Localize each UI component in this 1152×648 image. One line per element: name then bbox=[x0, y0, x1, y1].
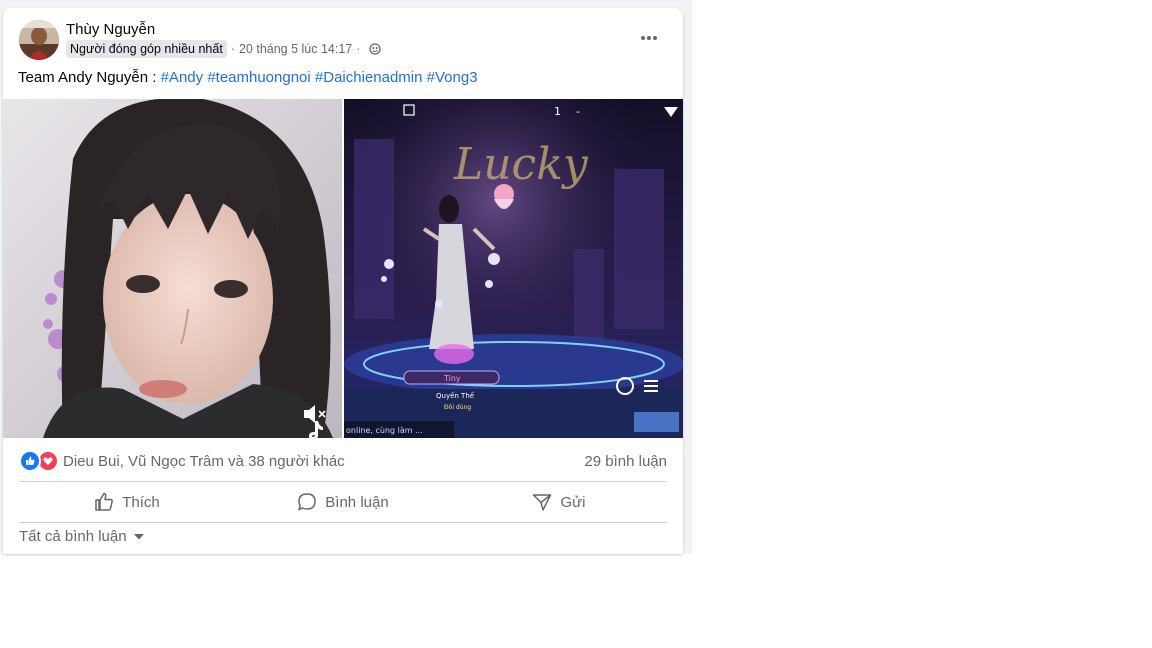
svg-text:online, cùng làm ...: online, cùng làm ... bbox=[346, 426, 423, 435]
more-dots-icon bbox=[641, 36, 657, 40]
post-timestamp[interactable]: 20 tháng 5 lúc 14:17 bbox=[239, 42, 352, 56]
post-meta: Người đóng góp nhiều nhất · 20 tháng 5 l… bbox=[66, 40, 382, 58]
comment-label: Bình luận bbox=[325, 493, 389, 511]
audience-icon[interactable] bbox=[369, 43, 382, 55]
author-avatar[interactable] bbox=[19, 20, 59, 60]
hashtag-daichienadmin[interactable]: #Daichienadmin bbox=[315, 69, 423, 86]
like-button[interactable]: Thích bbox=[19, 482, 235, 522]
svg-text:Quyến Thế: Quyến Thế bbox=[436, 392, 475, 400]
svg-text:Đôi dùng: Đôi dùng bbox=[444, 404, 471, 411]
comments-filter-dropdown[interactable]: Tất cả bình luận bbox=[19, 528, 145, 545]
reactions-summary: Dieu Bui, Vũ Ngọc Trâm và 38 người khác … bbox=[19, 450, 667, 472]
meta-separator: · bbox=[230, 42, 235, 56]
comment-button[interactable]: Bình luận bbox=[235, 482, 451, 522]
game-screenshot[interactable]: Lucky 1 - Tiny Quyến Thế Đôi dùng online… bbox=[344, 99, 683, 438]
reactors-text[interactable]: Dieu Bui, Vũ Ngọc Trâm và 38 người khác bbox=[63, 453, 345, 470]
like-icon bbox=[95, 492, 114, 511]
hashtag-andy[interactable]: #Andy bbox=[161, 69, 204, 86]
post-text-prefix: Team Andy Nguyễn : bbox=[18, 69, 161, 86]
comments-filter-label: Tất cả bình luận bbox=[19, 528, 127, 545]
like-label: Thích bbox=[122, 493, 160, 511]
divider-bottom bbox=[19, 522, 667, 523]
author-name[interactable]: Thùy Nguyễn bbox=[66, 21, 155, 38]
hashtag-teamhuongnoi[interactable]: #teamhuongnoi bbox=[207, 69, 310, 86]
post-card: Thùy Nguyễn Người đóng góp nhiều nhất · … bbox=[3, 8, 683, 554]
reaction-icons[interactable]: Dieu Bui, Vũ Ngọc Trâm và 38 người khác bbox=[19, 450, 345, 472]
share-button[interactable]: Gửi bbox=[451, 482, 667, 522]
portrait-photo[interactable] bbox=[3, 99, 342, 438]
share-label: Gửi bbox=[560, 493, 586, 511]
caret-down-icon bbox=[133, 533, 144, 539]
svg-text:Tiny: Tiny bbox=[443, 374, 461, 383]
svg-text:1: 1 bbox=[554, 105, 561, 118]
top-contributor-badge[interactable]: Người đóng góp nhiều nhất bbox=[66, 40, 227, 58]
like-reaction-icon bbox=[19, 450, 41, 472]
post-text: Team Andy Nguyễn : #Andy #teamhuongnoi #… bbox=[18, 69, 478, 86]
svg-text:Lucky: Lucky bbox=[453, 139, 589, 190]
comments-count[interactable]: 29 bình luận bbox=[584, 453, 667, 470]
meta-separator-2: · bbox=[356, 42, 361, 56]
post-actions: Thích Bình luận Gửi bbox=[19, 482, 667, 522]
more-options-button[interactable] bbox=[635, 26, 663, 50]
svg-text:-: - bbox=[576, 105, 580, 118]
comment-icon bbox=[298, 493, 317, 511]
hashtag-vong3[interactable]: #Vong3 bbox=[427, 69, 478, 86]
send-icon bbox=[533, 494, 552, 511]
